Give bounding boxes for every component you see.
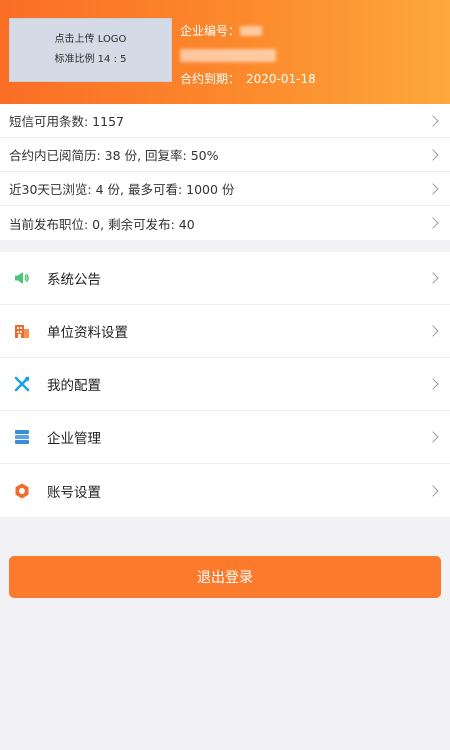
stat-row-positions[interactable]: 当前发布职位: 0, 剩余可发布: 40 (0, 206, 450, 240)
chevron-right-icon (427, 217, 439, 229)
menu-item-company-profile[interactable]: 单位资料设置 (0, 305, 450, 358)
building-icon (13, 322, 31, 340)
stat-resumes-label: 合约内已阅简历: 38 份, 回复率: 50% (9, 148, 219, 163)
menu-item-my-config[interactable]: 我的配置 (0, 358, 450, 411)
company-info: 企业编号： 合约到期： 2020-01-18 (180, 19, 316, 91)
company-name-redacted (180, 48, 276, 62)
chevron-right-icon (427, 148, 439, 161)
menu-item-announcements[interactable]: 系统公告 (0, 252, 450, 305)
stat-row-browsed[interactable]: 近30天已浏览: 4 份, 最多可看: 1000 份 (0, 172, 450, 206)
menu-item-enterprise-management[interactable]: 企业管理 (0, 411, 450, 464)
logo-ratio-label: 标准比例 14 : 5 (54, 54, 127, 65)
speaker-icon (13, 269, 31, 287)
chevron-right-icon (427, 272, 439, 284)
contract-date: 2020-01-18 (246, 72, 316, 86)
menu-label: 我的配置 (47, 378, 101, 394)
tools-icon (13, 375, 31, 393)
gear-icon (13, 482, 31, 500)
chevron-right-icon (427, 431, 439, 443)
stat-row-resumes[interactable]: 合约内已阅简历: 38 份, 回复率: 50% (0, 138, 450, 172)
stat-positions-label: 当前发布职位: 0, 剩余可发布: 40 (9, 216, 195, 232)
chevron-right-icon (427, 484, 439, 497)
chevron-right-icon (427, 378, 439, 390)
menu-label: 系统公告 (47, 272, 101, 288)
menu-label: 企业管理 (47, 431, 101, 447)
menu-label: 账号设置 (47, 484, 101, 501)
chevron-right-icon (427, 325, 439, 337)
stat-row-sms[interactable]: 短信可用条数: 1157 (0, 104, 450, 138)
server-icon (13, 428, 31, 446)
contract-label: 合约到期： (180, 72, 241, 86)
stat-browsed-label: 近30天已浏览: 4 份, 最多可看: 1000 份 (9, 182, 235, 197)
menu-item-account-settings[interactable]: 账号设置 (0, 464, 450, 517)
company-id-value-redacted (240, 26, 263, 36)
header: 点击上传 LOGO 标准比例 14 : 5 企业编号： 合约到期： 2020-0… (0, 0, 450, 104)
menu-label: 单位资料设置 (47, 325, 128, 341)
company-id-label: 企业编号： (180, 24, 241, 38)
logo-upload-button[interactable]: 点击上传 LOGO 标准比例 14 : 5 (9, 18, 172, 82)
stat-sms-label: 短信可用条数: 1157 (9, 114, 124, 129)
chevron-right-icon (427, 114, 439, 127)
stats-list: 短信可用条数: 1157 合约内已阅简历: 38 份, 回复率: 50% 近30… (0, 104, 450, 240)
menu-list: 系统公告 单位资料设置 我的配置 企业管理 账号设置 (0, 252, 450, 517)
logo-upload-label: 点击上传 LOGO (54, 34, 127, 45)
logout-button[interactable]: 退出登录 (9, 556, 441, 598)
chevron-right-icon (427, 182, 439, 195)
